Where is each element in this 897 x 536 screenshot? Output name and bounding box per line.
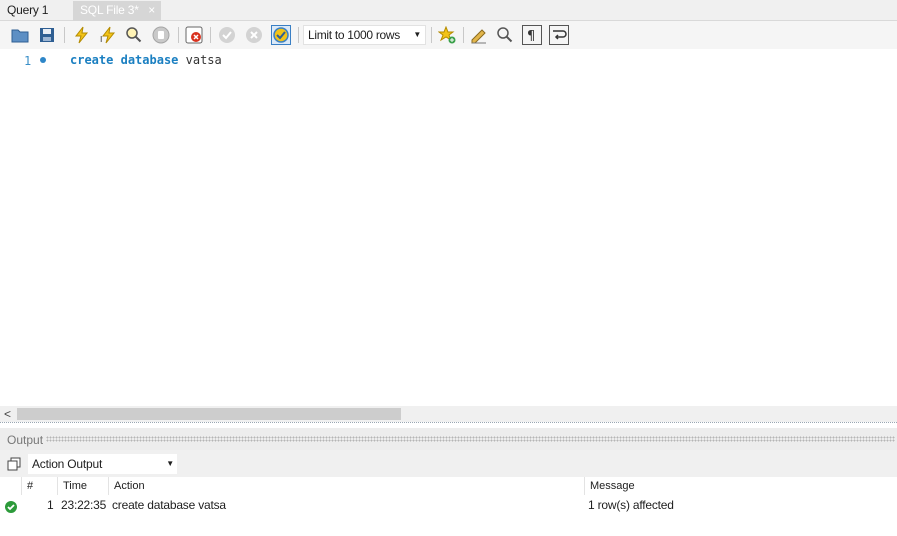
- rollback-icon[interactable]: [244, 25, 264, 45]
- column-header-number[interactable]: #: [21, 477, 57, 495]
- scroll-left-icon[interactable]: <: [4, 406, 11, 422]
- execute-icon[interactable]: [71, 25, 91, 45]
- add-snippet-icon[interactable]: [437, 25, 457, 45]
- grid-header: # Time Action Message: [0, 477, 897, 495]
- output-view-value: Action Output: [32, 457, 103, 471]
- stop-icon[interactable]: [151, 25, 171, 45]
- output-toolbar: Action Output ▼: [0, 450, 897, 477]
- toggle-error-stop-icon[interactable]: [184, 25, 204, 45]
- svg-text:I: I: [100, 35, 102, 44]
- find-icon[interactable]: [495, 25, 515, 45]
- scrollbar-thumb[interactable]: [17, 408, 401, 420]
- identifier: vatsa: [185, 53, 222, 67]
- row-message: 1 row(s) affected: [588, 498, 674, 512]
- invisible-chars-icon[interactable]: ¶: [522, 25, 542, 45]
- horizontal-scrollbar[interactable]: <: [0, 406, 897, 422]
- limit-rows-value: Limit to 1000 rows: [308, 28, 400, 42]
- column-header-action[interactable]: Action: [108, 477, 584, 495]
- action-output-grid: # Time Action Message 1 23:22:35 create …: [0, 477, 897, 536]
- drag-grip[interactable]: [46, 436, 895, 442]
- table-row[interactable]: 1 23:22:35 create database vatsa 1 row(s…: [0, 496, 897, 514]
- success-check-icon: [5, 501, 17, 513]
- column-header-time[interactable]: Time: [57, 477, 108, 495]
- output-panel-header: Output: [0, 428, 897, 450]
- keyword-database: database: [120, 53, 179, 67]
- execute-current-icon[interactable]: I: [97, 25, 117, 45]
- save-icon[interactable]: [37, 25, 57, 45]
- output-view-select[interactable]: Action Output ▼: [28, 454, 177, 474]
- tab-sql-file-3[interactable]: SQL File 3* ×: [73, 1, 161, 21]
- copy-icon[interactable]: [7, 457, 21, 471]
- svg-text:¶: ¶: [527, 29, 535, 44]
- autocommit-icon[interactable]: [271, 25, 291, 45]
- code-line[interactable]: create database vatsa: [70, 53, 222, 67]
- chevron-down-icon: ▼: [166, 459, 174, 468]
- statement-marker-icon: [40, 57, 46, 63]
- column-header-message[interactable]: Message: [584, 477, 897, 495]
- row-number: 1: [47, 498, 54, 512]
- line-number: 1: [24, 54, 32, 68]
- limit-rows-select[interactable]: Limit to 1000 rows ▼: [303, 25, 426, 45]
- row-action: create database vatsa: [112, 498, 226, 512]
- word-wrap-icon[interactable]: [549, 25, 569, 45]
- row-time: 23:22:35: [61, 498, 107, 512]
- close-icon[interactable]: ×: [148, 1, 155, 19]
- open-file-icon[interactable]: [10, 25, 30, 45]
- tab-bar: Query 1 SQL File 3* ×: [0, 0, 897, 21]
- tab-label: SQL File 3*: [80, 3, 139, 17]
- tab-query-1[interactable]: Query 1: [0, 1, 55, 21]
- output-title: Output: [7, 433, 44, 447]
- keyword-create: create: [70, 53, 114, 67]
- chevron-down-icon: ▼: [413, 30, 421, 39]
- beautify-icon[interactable]: [469, 25, 489, 45]
- editor-toolbar: I Limit to 1000 rows ▼ ¶: [0, 21, 897, 49]
- commit-icon[interactable]: [217, 25, 237, 45]
- explain-icon[interactable]: [124, 25, 144, 45]
- sql-editor[interactable]: 1 create database vatsa: [0, 49, 897, 406]
